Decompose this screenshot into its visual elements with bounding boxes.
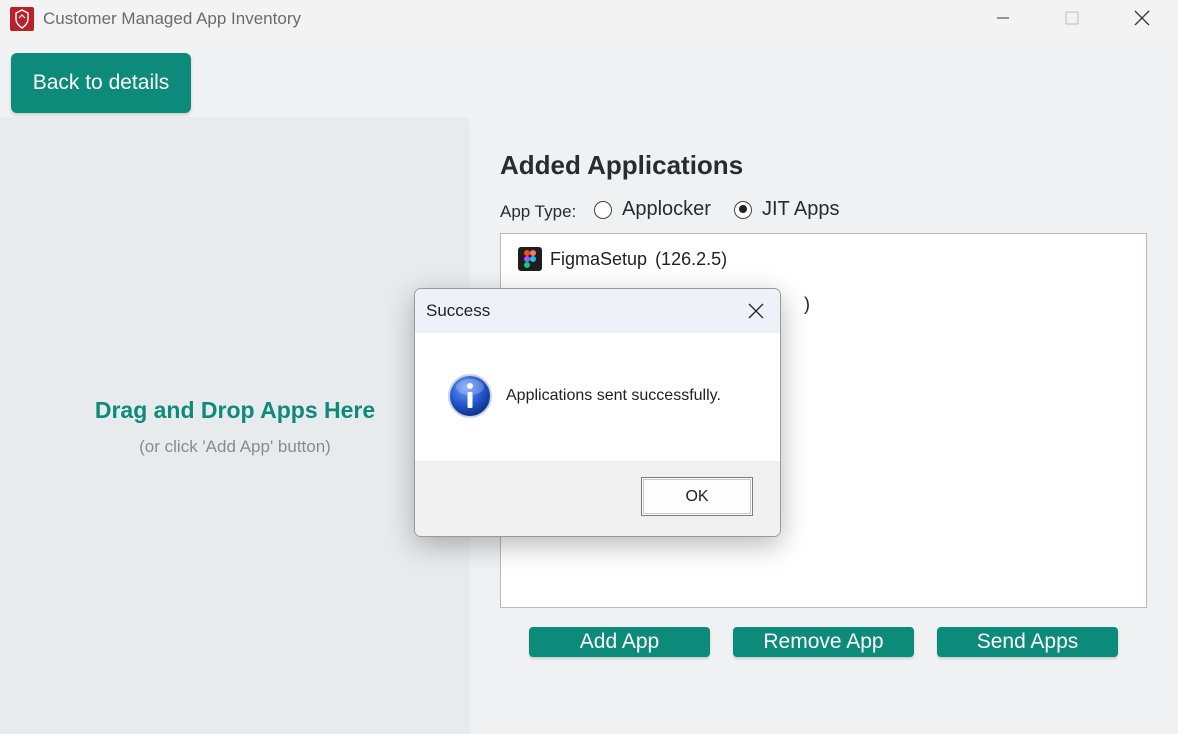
window-title: Customer Managed App Inventory (43, 9, 301, 28)
app-name: FigmaSetup (550, 248, 648, 269)
send-apps-button[interactable]: Send Apps (937, 627, 1118, 657)
dialog-close-button[interactable] (744, 300, 768, 322)
minimize-button[interactable] (975, 0, 1031, 36)
radio-unchecked-icon[interactable] (594, 200, 612, 219)
added-applications-title: Added Applications (500, 150, 744, 180)
dialog-body: Applications sent successfully. (415, 333, 780, 461)
list-item[interactable]: ) (804, 294, 810, 315)
maximize-button[interactable] (1044, 0, 1100, 36)
dialog-title: Success (426, 301, 491, 320)
close-icon (1134, 10, 1150, 26)
radio-jit-apps[interactable]: JIT Apps (734, 198, 839, 221)
app-type-label: App Type: (500, 202, 577, 221)
app-window: Customer Managed App Inventory Back to d… (0, 0, 1178, 734)
radio-applocker-label: Applocker (622, 198, 711, 220)
drop-zone-title: Drag and Drop Apps Here (94, 397, 376, 423)
list-item[interactable]: FigmaSetup (126.2.5) (518, 247, 727, 271)
drop-zone-subtitle: (or click 'Add App' button) (139, 437, 331, 456)
dialog-title-bar: Success (415, 289, 780, 333)
close-icon (748, 303, 764, 319)
add-app-button[interactable]: Add App (529, 627, 710, 657)
back-to-details-button[interactable]: Back to details (11, 53, 191, 113)
remove-app-button[interactable]: Remove App (733, 627, 914, 657)
ok-button[interactable]: OK (641, 477, 753, 516)
info-icon (448, 374, 492, 418)
shield-icon (10, 7, 34, 31)
radio-applocker[interactable]: Applocker (594, 198, 711, 221)
app-version: ) (804, 294, 810, 314)
radio-checked-icon[interactable] (734, 200, 752, 219)
close-window-button[interactable] (1114, 0, 1170, 36)
dialog-footer: OK (415, 461, 780, 536)
dialog-message: Applications sent successfully. (506, 387, 721, 404)
drop-zone[interactable]: Drag and Drop Apps Here (or click 'Add A… (0, 117, 470, 734)
minimize-icon (997, 17, 1009, 19)
app-version: (126.2.5) (655, 248, 728, 269)
success-dialog: Success Applications sent successfully. … (414, 288, 781, 537)
figma-icon (518, 247, 542, 271)
maximize-icon (1065, 11, 1079, 25)
radio-jit-apps-label: JIT Apps (762, 198, 840, 220)
title-bar: Customer Managed App Inventory (0, 0, 1178, 40)
